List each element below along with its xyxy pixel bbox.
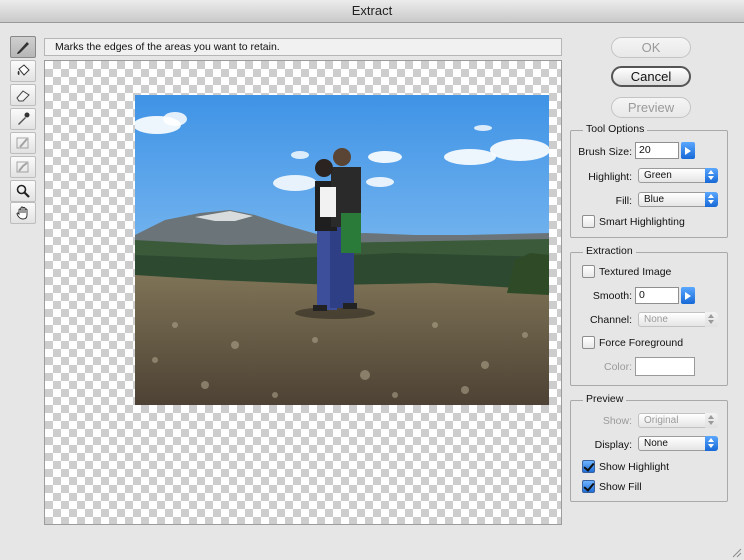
channel-select[interactable]: None bbox=[638, 312, 718, 327]
show-fill-label: Show Fill bbox=[599, 481, 642, 493]
preview-button[interactable]: Preview bbox=[611, 97, 691, 118]
show-select[interactable]: Original bbox=[638, 413, 718, 428]
channel-label: Channel: bbox=[589, 314, 632, 326]
textured-image-checkbox[interactable] bbox=[582, 265, 595, 278]
fill-select[interactable]: Blue bbox=[638, 192, 718, 207]
brush-size-label: Brush Size: bbox=[578, 146, 632, 158]
marker-icon bbox=[17, 42, 29, 54]
smooth-slider-button[interactable] bbox=[681, 287, 695, 304]
fill-tool[interactable] bbox=[10, 60, 36, 82]
fill-label: Fill: bbox=[615, 195, 632, 207]
display-select[interactable]: None bbox=[638, 436, 718, 451]
highlight-select-value: Green bbox=[644, 170, 672, 181]
extraction-title: Extraction bbox=[583, 245, 636, 257]
smart-highlighting-checkbox[interactable] bbox=[582, 215, 595, 228]
eraser-tool[interactable] bbox=[10, 84, 36, 106]
show-select-value: Original bbox=[644, 415, 679, 426]
tool-hint: Marks the edges of the areas you want to… bbox=[44, 38, 562, 56]
resize-grip-icon[interactable] bbox=[730, 546, 742, 558]
tool-options-group: Tool Options Brush Size: 20 Highlight: G… bbox=[570, 123, 728, 238]
select-arrows-icon bbox=[705, 168, 718, 183]
cleanup-tool[interactable] bbox=[10, 132, 36, 154]
smooth-field[interactable]: 0 bbox=[635, 287, 679, 304]
select-arrows-icon bbox=[705, 436, 718, 451]
color-label: Color: bbox=[603, 361, 632, 373]
edge-touchup-icon bbox=[16, 161, 29, 173]
eraser-icon bbox=[16, 90, 30, 102]
display-select-value: None bbox=[644, 438, 668, 449]
ok-button[interactable]: OK bbox=[611, 37, 691, 58]
window-title: Extract bbox=[0, 0, 744, 23]
fill-select-value: Blue bbox=[644, 194, 665, 205]
extraction-group: Extraction Textured Image Smooth: 0 Chan… bbox=[570, 245, 728, 386]
edge-touchup-tool[interactable] bbox=[10, 156, 36, 178]
preview-canvas[interactable] bbox=[44, 60, 562, 525]
preview-group: Preview Show: Original Display: None Sho… bbox=[570, 393, 728, 502]
smooth-label: Smooth: bbox=[592, 290, 632, 302]
select-arrows-icon bbox=[705, 192, 718, 207]
extract-dialog: Extract Marks the edges of the areas you… bbox=[0, 0, 744, 560]
zoom-tool[interactable] bbox=[10, 180, 36, 202]
show-label: Show: bbox=[602, 415, 632, 427]
force-foreground-checkbox[interactable] bbox=[582, 336, 595, 349]
magnifier-icon bbox=[16, 184, 30, 198]
cancel-button[interactable]: Cancel bbox=[611, 66, 691, 87]
channel-select-value: None bbox=[644, 314, 668, 325]
show-highlight-label: Show Highlight bbox=[599, 461, 670, 473]
select-arrows-icon bbox=[705, 312, 718, 327]
textured-image-label: Textured Image bbox=[599, 266, 672, 278]
tool-options-title: Tool Options bbox=[583, 123, 648, 135]
cleanup-icon bbox=[16, 137, 29, 149]
show-highlight-checkbox[interactable] bbox=[582, 460, 595, 473]
eyedropper-tool[interactable] bbox=[10, 108, 36, 130]
preview-title: Preview bbox=[583, 393, 627, 405]
photo-image bbox=[135, 95, 549, 405]
smart-highlighting-label: Smart Highlighting bbox=[599, 216, 685, 228]
highlight-select[interactable]: Green bbox=[638, 168, 718, 183]
hand-icon bbox=[16, 206, 28, 220]
paint-bucket-icon bbox=[17, 64, 30, 76]
force-foreground-label: Force Foreground bbox=[599, 337, 684, 349]
brush-size-field[interactable]: 20 bbox=[635, 142, 679, 159]
color-swatch[interactable] bbox=[635, 357, 695, 376]
edge-highlighter-tool[interactable] bbox=[10, 36, 36, 58]
hand-tool[interactable] bbox=[10, 202, 36, 224]
display-label: Display: bbox=[594, 439, 632, 451]
highlight-label: Highlight: bbox=[588, 171, 632, 183]
eyedropper-icon bbox=[18, 112, 30, 125]
show-fill-checkbox[interactable] bbox=[582, 480, 595, 493]
select-arrows-icon bbox=[705, 413, 718, 428]
brush-size-slider-button[interactable] bbox=[681, 142, 695, 159]
